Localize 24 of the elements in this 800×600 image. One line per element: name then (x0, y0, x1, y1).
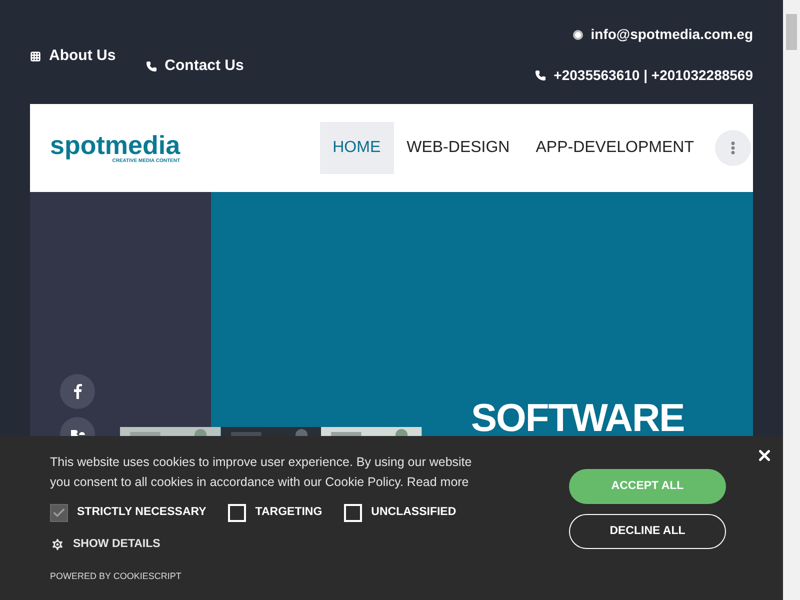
nav-tab[interactable]: APP-DEVELOPMENT (522, 122, 707, 174)
social-button[interactable] (60, 374, 95, 409)
show-details-button[interactable]: SHOW DETAILS (50, 536, 160, 554)
top-link[interactable]: About Us (30, 45, 116, 68)
decline-all-button[interactable]: DECLINE ALL (569, 514, 726, 549)
hero-heading: SOFTWARE (471, 399, 684, 438)
cookie-checkbox[interactable]: UNCLASSIFIED (344, 504, 456, 522)
read-more-link[interactable]: Read more (406, 475, 469, 489)
facebook-icon (74, 384, 82, 399)
nav-tab[interactable]: HOME (320, 122, 394, 174)
cookie-message: This website uses cookies to improve user experience. By using our website you consent to all cookies in accordance with our Cookie Policy. Read more (50, 454, 473, 491)
phone-icon (534, 70, 546, 81)
mail-icon (572, 30, 583, 40)
logo-name: spotmedia (50, 132, 180, 158)
nav-tab[interactable]: WEB-DESIGN (394, 122, 523, 174)
cookie-checkbox[interactable]: TARGETING (228, 504, 322, 522)
gear-icon (50, 537, 65, 552)
phone-icon (146, 60, 157, 72)
check-icon (52, 506, 66, 520)
top-link[interactable]: Contact Us (146, 55, 244, 78)
phone-text: +2035563610 | +201032288569 (554, 66, 753, 86)
email-text: info@spotmedia.com.eg (590, 25, 753, 44)
powered-by-text: POWERED BY COOKIESCRIPT (50, 570, 182, 584)
grid-icon (30, 50, 41, 62)
